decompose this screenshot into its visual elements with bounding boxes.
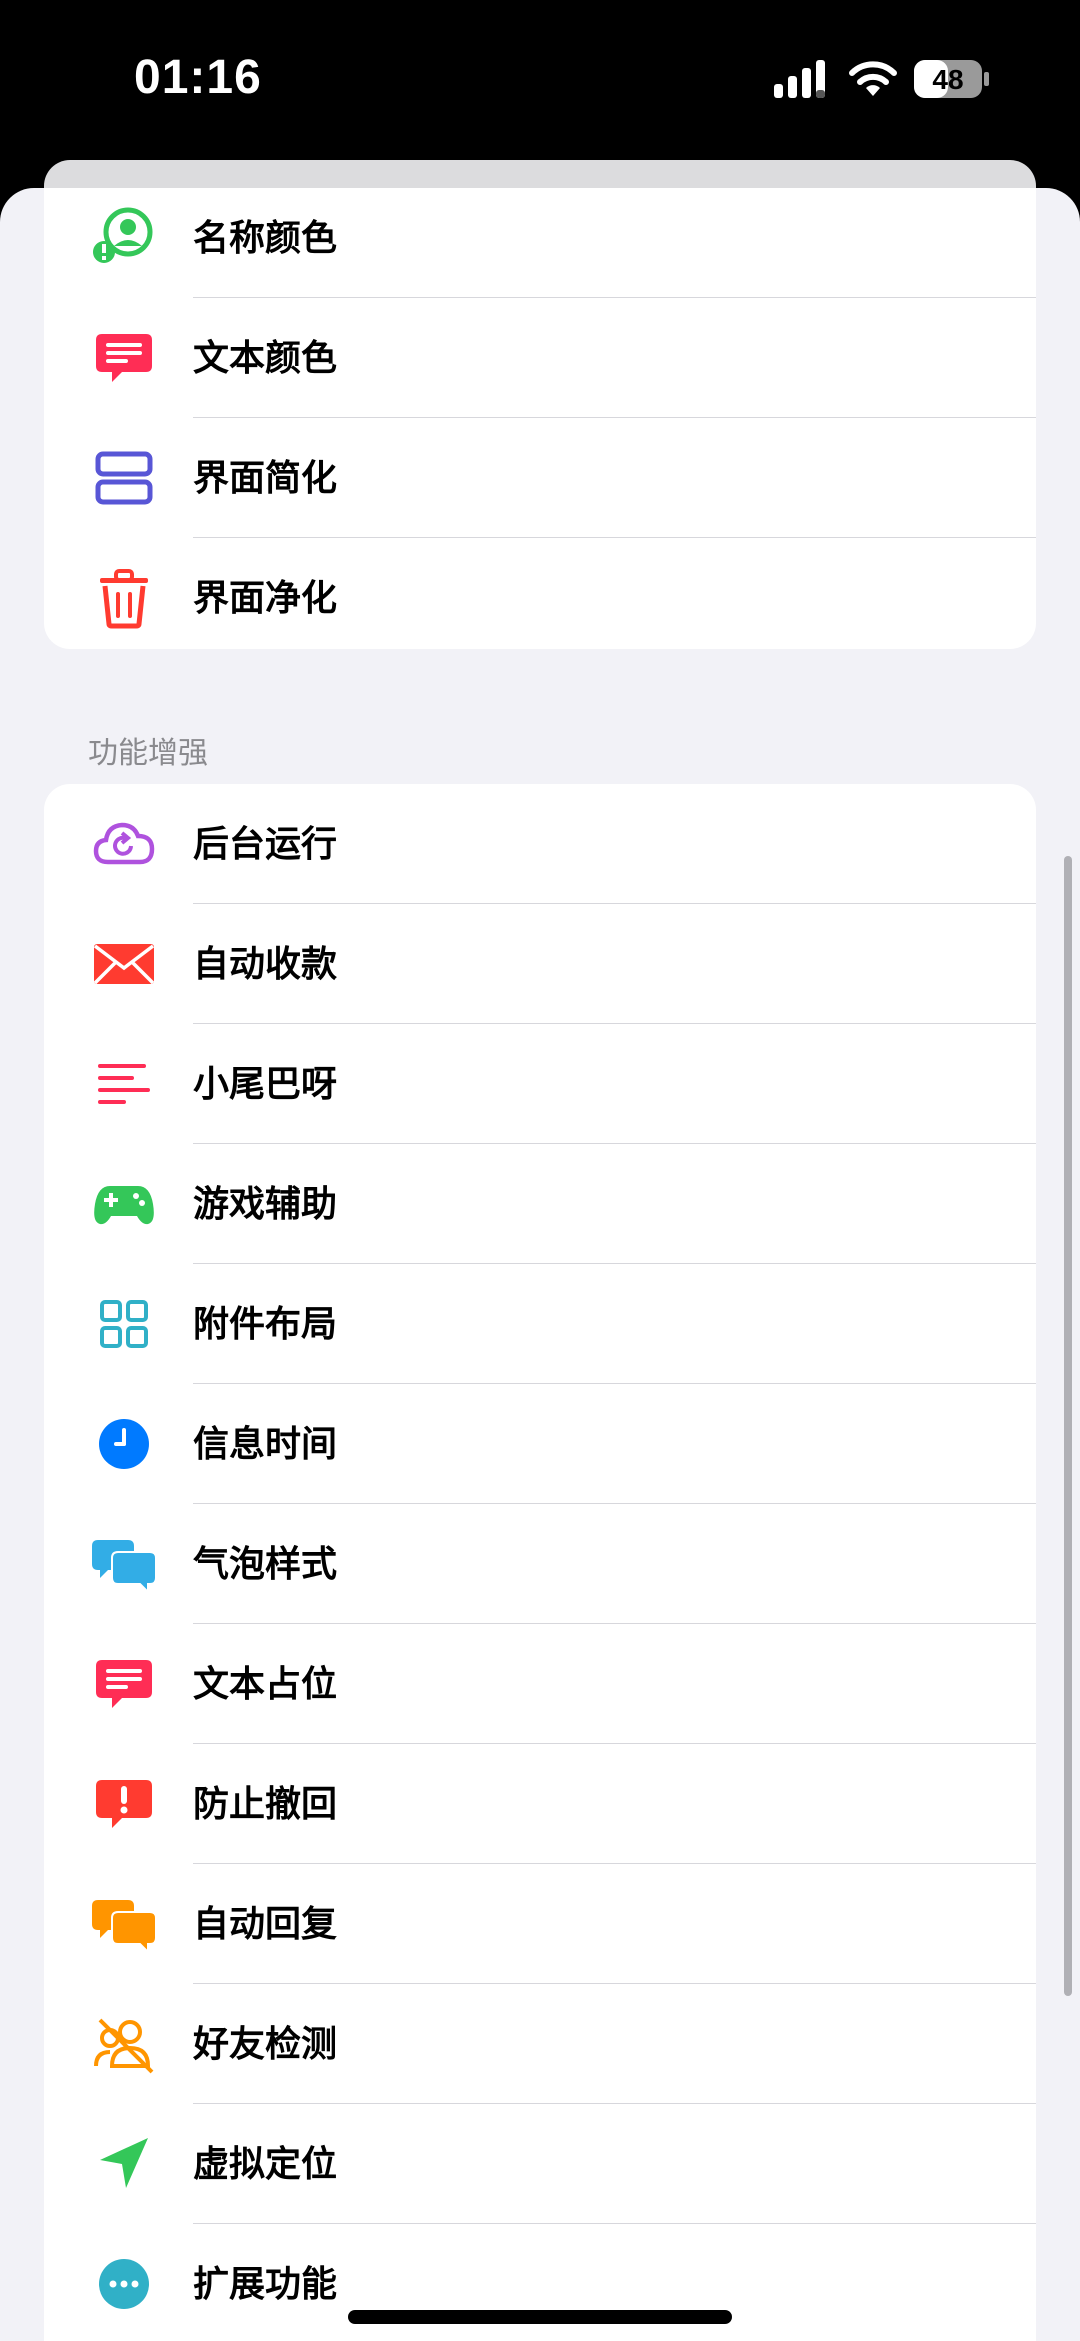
enhance-group: 后台运行 自动收款 小尾巴呀 游戏辅助 附件布局 信息时间 气泡样式 文本占位 … <box>44 784 1036 2341</box>
list-item-background-run[interactable]: 后台运行 <box>44 784 1036 904</box>
wifi-icon <box>849 61 897 96</box>
list-item-virtual-location[interactable]: 虚拟定位 <box>44 2104 1036 2224</box>
grid-icon <box>92 1292 156 1356</box>
list-item-label: 信息时间 <box>193 1423 338 1464</box>
list-item-label: 小尾巴呀 <box>193 1063 338 1104</box>
list-item-simplify-ui[interactable]: 界面简化 <box>44 418 1036 538</box>
location-arrow-icon <box>92 2132 156 2196</box>
list-item-auto-reply[interactable]: 自动回复 <box>44 1864 1036 1984</box>
list-item-game-assist[interactable]: 游戏辅助 <box>44 1144 1036 1264</box>
list-item-label: 虚拟定位 <box>193 2143 338 2184</box>
more-circle-icon <box>92 2252 156 2316</box>
list-item-label: 名称颜色 <box>193 217 338 258</box>
list-item-label: 后台运行 <box>193 823 338 864</box>
list-item-bubble-style[interactable]: 气泡样式 <box>44 1504 1036 1624</box>
alert-bubble-icon <box>92 1772 156 1836</box>
section-header-enhance: 功能增强 <box>88 737 208 770</box>
list-item-label: 文本颜色 <box>193 337 338 378</box>
list-item-clean-ui[interactable]: 界面净化 <box>44 538 1036 649</box>
text-bubble-icon <box>92 326 156 390</box>
text-bubble-icon <box>92 1652 156 1716</box>
list-item-message-time[interactable]: 信息时间 <box>44 1384 1036 1504</box>
layout-rows-icon <box>92 446 156 510</box>
list-item-friend-check[interactable]: 好友检测 <box>44 1984 1036 2104</box>
list-item-text-placeholder[interactable]: 文本占位 <box>44 1624 1036 1744</box>
status-bar: 01:16 48 <box>0 0 1080 160</box>
clock-icon <box>92 1412 156 1476</box>
gamepad-icon <box>92 1172 156 1236</box>
trash-icon <box>92 566 156 630</box>
person-slash-icon <box>92 2012 156 2076</box>
list-item-label: 自动回复 <box>193 1903 338 1944</box>
list-item-label: 防止撤回 <box>193 1783 338 1824</box>
appearance-group: 名称颜色 文本颜色 界面简化 界面净化 <box>44 188 1036 649</box>
list-item-auto-collect[interactable]: 自动收款 <box>44 904 1036 1024</box>
list-item-label: 附件布局 <box>193 1303 338 1344</box>
list-item-label: 自动收款 <box>193 943 338 984</box>
list-item-label: 界面简化 <box>193 457 338 498</box>
list-item-label: 文本占位 <box>193 1663 338 1704</box>
cellular-signal-icon <box>774 60 825 98</box>
battery-level: 48 <box>932 64 963 95</box>
list-item-label: 游戏辅助 <box>193 1183 338 1224</box>
scrollbar[interactable] <box>1064 856 1072 1996</box>
list-item-label: 好友检测 <box>193 2023 338 2064</box>
list-item-label: 气泡样式 <box>193 1543 338 1584</box>
chat-bubbles-icon <box>92 1892 156 1956</box>
list-item-text-color[interactable]: 文本颜色 <box>44 298 1036 418</box>
person-badge-icon <box>92 206 156 270</box>
list-item-anti-recall[interactable]: 防止撤回 <box>44 1744 1036 1864</box>
cloud-refresh-icon <box>92 812 156 876</box>
list-item-name-color[interactable]: 名称颜色 <box>44 188 1036 298</box>
battery-icon: 48 <box>914 60 989 98</box>
list-item-label: 扩展功能 <box>193 2263 338 2304</box>
settings-sheet[interactable]: 名称颜色 文本颜色 界面简化 界面净化 功能增强 后台运行 自动收款 小尾巴呀 … <box>0 188 1080 2341</box>
list-item-label: 界面净化 <box>193 577 338 618</box>
envelope-icon <box>92 932 156 996</box>
text-lines-icon <box>92 1052 156 1116</box>
home-indicator[interactable] <box>348 2310 732 2324</box>
chat-bubbles-icon <box>92 1532 156 1596</box>
list-item-tail[interactable]: 小尾巴呀 <box>44 1024 1036 1144</box>
list-item-attachment-layout[interactable]: 附件布局 <box>44 1264 1036 1384</box>
status-time: 01:16 <box>134 51 262 104</box>
